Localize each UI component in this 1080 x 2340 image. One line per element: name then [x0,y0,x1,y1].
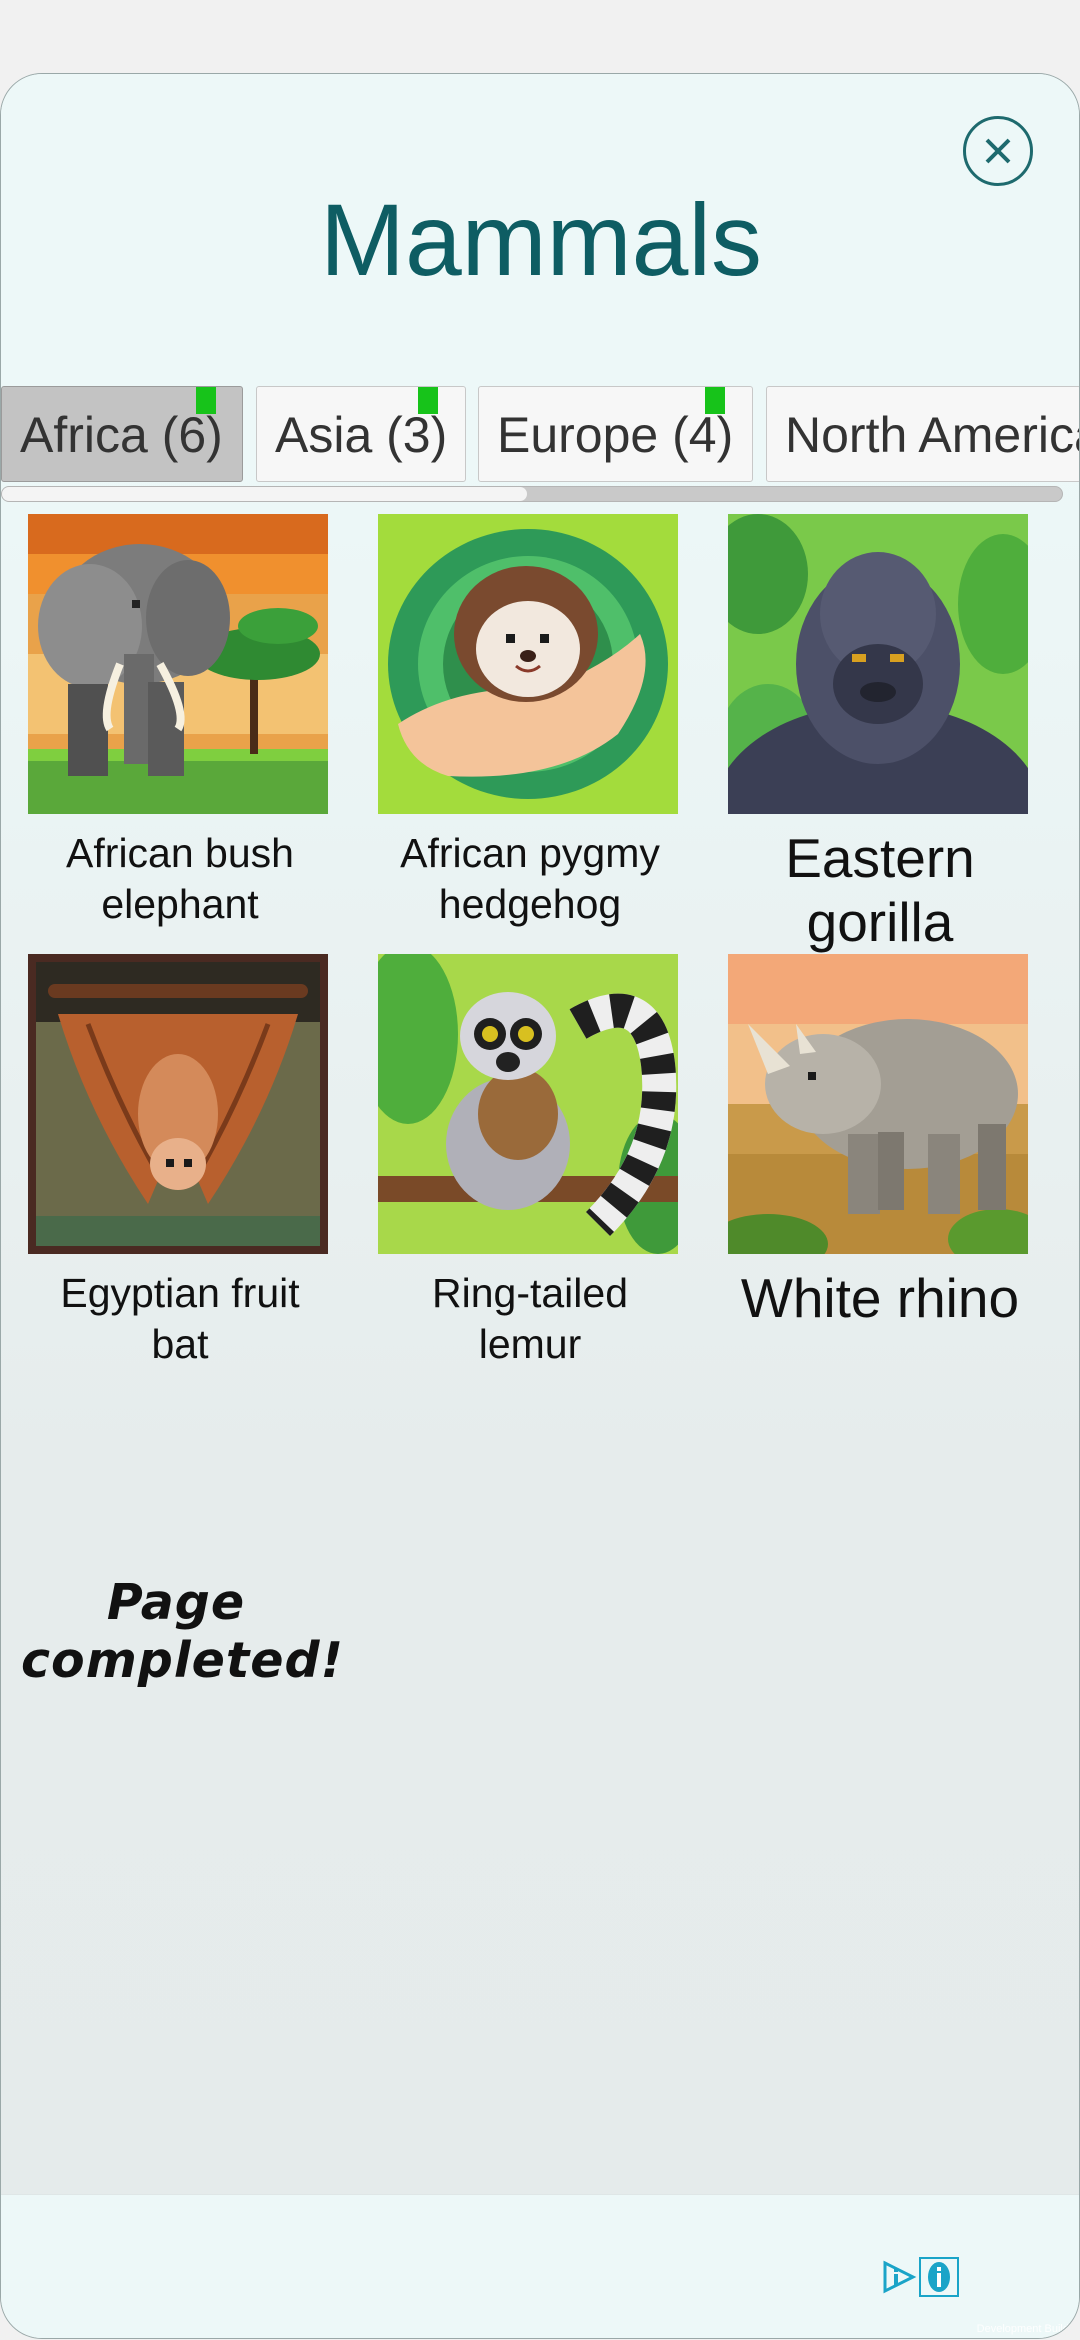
elephant-pixel-art [28,514,328,814]
new-badge-icon [705,387,725,414]
page-title: Mammals [319,183,763,297]
lemur-pixel-art [378,954,678,1254]
animal-card-elephant[interactable]: African bush elephant [28,514,332,930]
fruit-bat-pixel-art [28,954,328,1254]
scrollbar-thumb[interactable] [2,487,527,501]
rhino-pixel-art [728,954,1028,1254]
animal-card-lemur[interactable]: Ring-tailed lemur [378,954,682,1370]
region-tabs: Africa (6) Asia (3) Europe (4) North Ame… [1,386,1080,484]
animal-name: Egyptian fruit bat [60,1270,300,1367]
animal-name: Ring-tailed lemur [432,1270,628,1367]
animal-card-hedgehog[interactable]: African pygmy hedgehog [378,514,682,930]
new-badge-icon [196,387,216,414]
animal-card-gorilla[interactable]: Eastern gorilla [728,514,1032,954]
tabs-scrollbar[interactable] [1,486,1063,502]
animal-name: White rhino [740,1267,1020,1329]
tab-label: Europe (4) [497,407,734,463]
animal-name: African bush elephant [66,830,294,927]
adchoices-icon[interactable] [879,2257,919,2297]
tab-north-america[interactable]: North America [766,386,1080,482]
watermark: Development Build [976,2323,1069,2335]
animal-card-rhino[interactable]: White rhino [728,954,1032,1330]
tab-europe[interactable]: Europe (4) [478,386,753,482]
tab-label: Asia (3) [275,407,448,463]
tab-africa[interactable]: Africa (6) [1,386,243,482]
tab-label: North America [785,407,1080,463]
collection-panel: Mammals Africa (6) Asia (3) Europe (4) N… [0,73,1080,2339]
gorilla-pixel-art [728,514,1028,814]
info-icon[interactable] [919,2257,959,2297]
animal-name: Eastern gorilla [785,827,975,953]
tab-label: Africa (6) [20,407,223,463]
close-icon [985,138,1011,164]
ad-banner[interactable] [1,2194,1079,2338]
page-completed-text: Page completed! [21,1574,344,1689]
new-badge-icon [418,387,438,414]
tab-asia[interactable]: Asia (3) [256,386,466,482]
animal-card-fruit-bat[interactable]: Egyptian fruit bat [28,954,332,1370]
hedgehog-pixel-art [378,514,678,814]
animal-name: African pygmy hedgehog [400,830,660,927]
close-button[interactable] [963,116,1033,186]
